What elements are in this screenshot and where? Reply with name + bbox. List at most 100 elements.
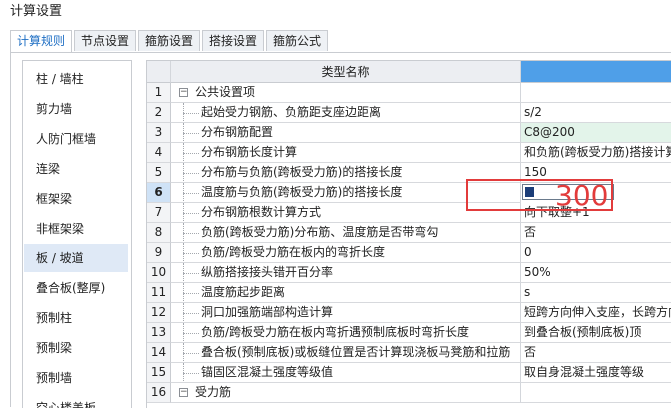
table-row[interactable]: 16 − 受力筋	[147, 383, 671, 403]
row-name: 分布钢筋配置	[201, 125, 274, 139]
row-value[interactable]: 0	[521, 243, 671, 263]
tab-bar: 计算规则 节点设置 箍筋设置 搭接设置 箍筋公式	[10, 30, 671, 53]
sidebar-item-non-frame-beam[interactable]: 非框架梁	[24, 215, 128, 243]
row-name: 分布钢筋长度计算	[201, 145, 298, 159]
row-name-cell: 洞口加强筋端部构造计算	[171, 303, 521, 323]
row-name-cell: 负筋(跨板受力筋)分布筋、温度筋是否带弯勾	[171, 223, 521, 243]
row-number: 14	[147, 343, 171, 363]
row-number: 9	[147, 243, 171, 263]
table-row[interactable]: 3 分布钢筋配置 C8@200	[147, 123, 671, 143]
row-number: 3	[147, 123, 171, 143]
tree-line	[183, 293, 199, 294]
table-row[interactable]: 13 负筋/跨板受力筋在板内弯折遇预制底板时弯折长度 到叠合板(预制底板)顶	[147, 323, 671, 343]
window-title: 计算设置	[10, 4, 63, 19]
row-name: 叠合板(预制底板)或板缝位置是否计算现浇板马凳筋和拉筋	[201, 345, 511, 359]
row-name: 洞口加强筋端部构造计算	[201, 305, 334, 319]
row-value[interactable]: s/2	[521, 103, 671, 123]
row-name: 公共设置项	[195, 85, 256, 99]
value-header	[521, 61, 671, 83]
table-row[interactable]: 9 负筋/跨板受力筋在板内的弯折长度 0	[147, 243, 671, 263]
row-name-cell: 负筋/跨板受力筋在板内弯折遇预制底板时弯折长度	[171, 323, 521, 343]
row-name-cell: 分布钢筋长度计算	[171, 143, 521, 163]
sidebar-item-precast-wall[interactable]: 预制墙	[24, 364, 128, 392]
sidebar-item-slab-ramp[interactable]: 板 / 坡道	[24, 244, 128, 272]
row-number: 6	[147, 183, 171, 203]
row-value[interactable]: C8@200	[521, 123, 671, 143]
row-number: 13	[147, 323, 171, 343]
table-row[interactable]: 4 分布钢筋长度计算 和负筋(跨板受力筋)搭接计算	[147, 143, 671, 163]
row-name-cell: 纵筋搭接接头错开百分率	[171, 263, 521, 283]
table-row[interactable]: 1 − 公共设置项	[147, 83, 671, 103]
row-value[interactable]	[521, 383, 671, 403]
row-number: 5	[147, 163, 171, 183]
tree-line	[183, 353, 199, 354]
tab-calc-rules[interactable]: 计算规则	[10, 30, 72, 53]
row-name: 负筋/跨板受力筋在板内弯折遇预制底板时弯折长度	[201, 325, 470, 339]
table-row[interactable]: 11 温度筋起步距离 s	[147, 283, 671, 303]
row-name: 温度筋与负筋(跨板受力筋)的搭接长度	[201, 185, 403, 199]
sidebar-item-hollow-floor-slab[interactable]: 空心楼盖板	[24, 394, 128, 408]
tree-line	[183, 133, 199, 134]
row-name-cell: 叠合板(预制底板)或板缝位置是否计算现浇板马凳筋和拉筋	[171, 343, 521, 363]
row-number: 1	[147, 83, 171, 103]
sidebar-item-composite-slab[interactable]: 叠合板(整厚)	[24, 274, 128, 302]
sidebar-item-coupling-beam[interactable]: 连梁	[24, 155, 128, 183]
row-value[interactable]: 取自身混凝土强度等级	[521, 363, 671, 383]
row-number: 2	[147, 103, 171, 123]
row-name-cell: 负筋/跨板受力筋在板内的弯折长度	[171, 243, 521, 263]
row-number-header	[147, 61, 171, 83]
tree-line	[183, 113, 199, 114]
tree-line	[183, 193, 199, 194]
tab-stirrup-settings[interactable]: 箍筋设置	[138, 30, 200, 51]
collapse-icon[interactable]: −	[179, 388, 188, 397]
table-row[interactable]: 8 负筋(跨板受力筋)分布筋、温度筋是否带弯勾 否	[147, 223, 671, 243]
table-row[interactable]: 12 洞口加强筋端部构造计算 短跨方向伸入支座，长跨方向	[147, 303, 671, 323]
row-name: 负筋(跨板受力筋)分布筋、温度筋是否带弯勾	[201, 225, 439, 239]
tree-line	[183, 313, 199, 314]
tree-line	[183, 153, 199, 154]
table-row[interactable]: 15 锚固区混凝土强度等级值 取自身混凝土强度等级	[147, 363, 671, 383]
row-number: 15	[147, 363, 171, 383]
row-value[interactable]: 否	[521, 343, 671, 363]
row-name: 分布钢筋根数计算方式	[201, 205, 322, 219]
row-name: 锚固区混凝土强度等级值	[201, 365, 334, 379]
row-number: 16	[147, 383, 171, 403]
row-name-cell: − 公共设置项	[171, 83, 521, 103]
row-name: 起始受力钢筋、负筋距支座边距离	[201, 105, 382, 119]
row-name-cell: 温度筋起步距离	[171, 283, 521, 303]
row-value[interactable]	[521, 83, 671, 103]
tab-stirrup-formula[interactable]: 箍筋公式	[266, 30, 328, 51]
tree-line	[183, 253, 199, 254]
row-name-cell: 锚固区混凝土强度等级值	[171, 363, 521, 383]
component-type-list: 柱 / 墙柱 剪力墙 人防门框墙 连梁 框架梁 非框架梁 板 / 坡道 叠合板(…	[22, 60, 132, 408]
row-name-cell: 起始受力钢筋、负筋距支座边距离	[171, 103, 521, 123]
tree-line	[183, 233, 199, 234]
row-value[interactable]: 50%	[521, 263, 671, 283]
row-value[interactable]: 到叠合板(预制底板)顶	[521, 323, 671, 343]
tree-line	[183, 213, 199, 214]
collapse-icon[interactable]: −	[179, 88, 188, 97]
sidebar-item-civil-defense-door-wall[interactable]: 人防门框墙	[24, 125, 128, 153]
annotation-text: 300	[555, 179, 609, 212]
row-value[interactable]: 否	[521, 223, 671, 243]
tab-lap-settings[interactable]: 搭接设置	[202, 30, 264, 51]
table-row[interactable]: 14 叠合板(预制底板)或板缝位置是否计算现浇板马凳筋和拉筋 否	[147, 343, 671, 363]
row-number: 12	[147, 303, 171, 323]
row-name-cell: − 受力筋	[171, 383, 521, 403]
tab-node-settings[interactable]: 节点设置	[74, 30, 136, 51]
row-number: 10	[147, 263, 171, 283]
row-value[interactable]: 短跨方向伸入支座，长跨方向	[521, 303, 671, 323]
type-name-header: 类型名称	[171, 61, 521, 83]
tree-line	[183, 333, 199, 334]
sidebar-item-precast-column[interactable]: 预制柱	[24, 304, 128, 332]
table-row[interactable]: 2 起始受力钢筋、负筋距支座边距离 s/2	[147, 103, 671, 123]
row-name: 纵筋搭接接头错开百分率	[201, 265, 334, 279]
row-value[interactable]: 和负筋(跨板受力筋)搭接计算	[521, 143, 671, 163]
sidebar-item-precast-beam[interactable]: 预制梁	[24, 334, 128, 362]
sidebar-item-column[interactable]: 柱 / 墙柱	[24, 65, 128, 93]
sidebar-item-frame-beam[interactable]: 框架梁	[24, 185, 128, 213]
sidebar-item-shear-wall[interactable]: 剪力墙	[24, 95, 128, 123]
row-name: 分布筋与负筋(跨板受力筋)的搭接长度	[201, 165, 403, 179]
row-value[interactable]: s	[521, 283, 671, 303]
table-row[interactable]: 10 纵筋搭接接头错开百分率 50%	[147, 263, 671, 283]
